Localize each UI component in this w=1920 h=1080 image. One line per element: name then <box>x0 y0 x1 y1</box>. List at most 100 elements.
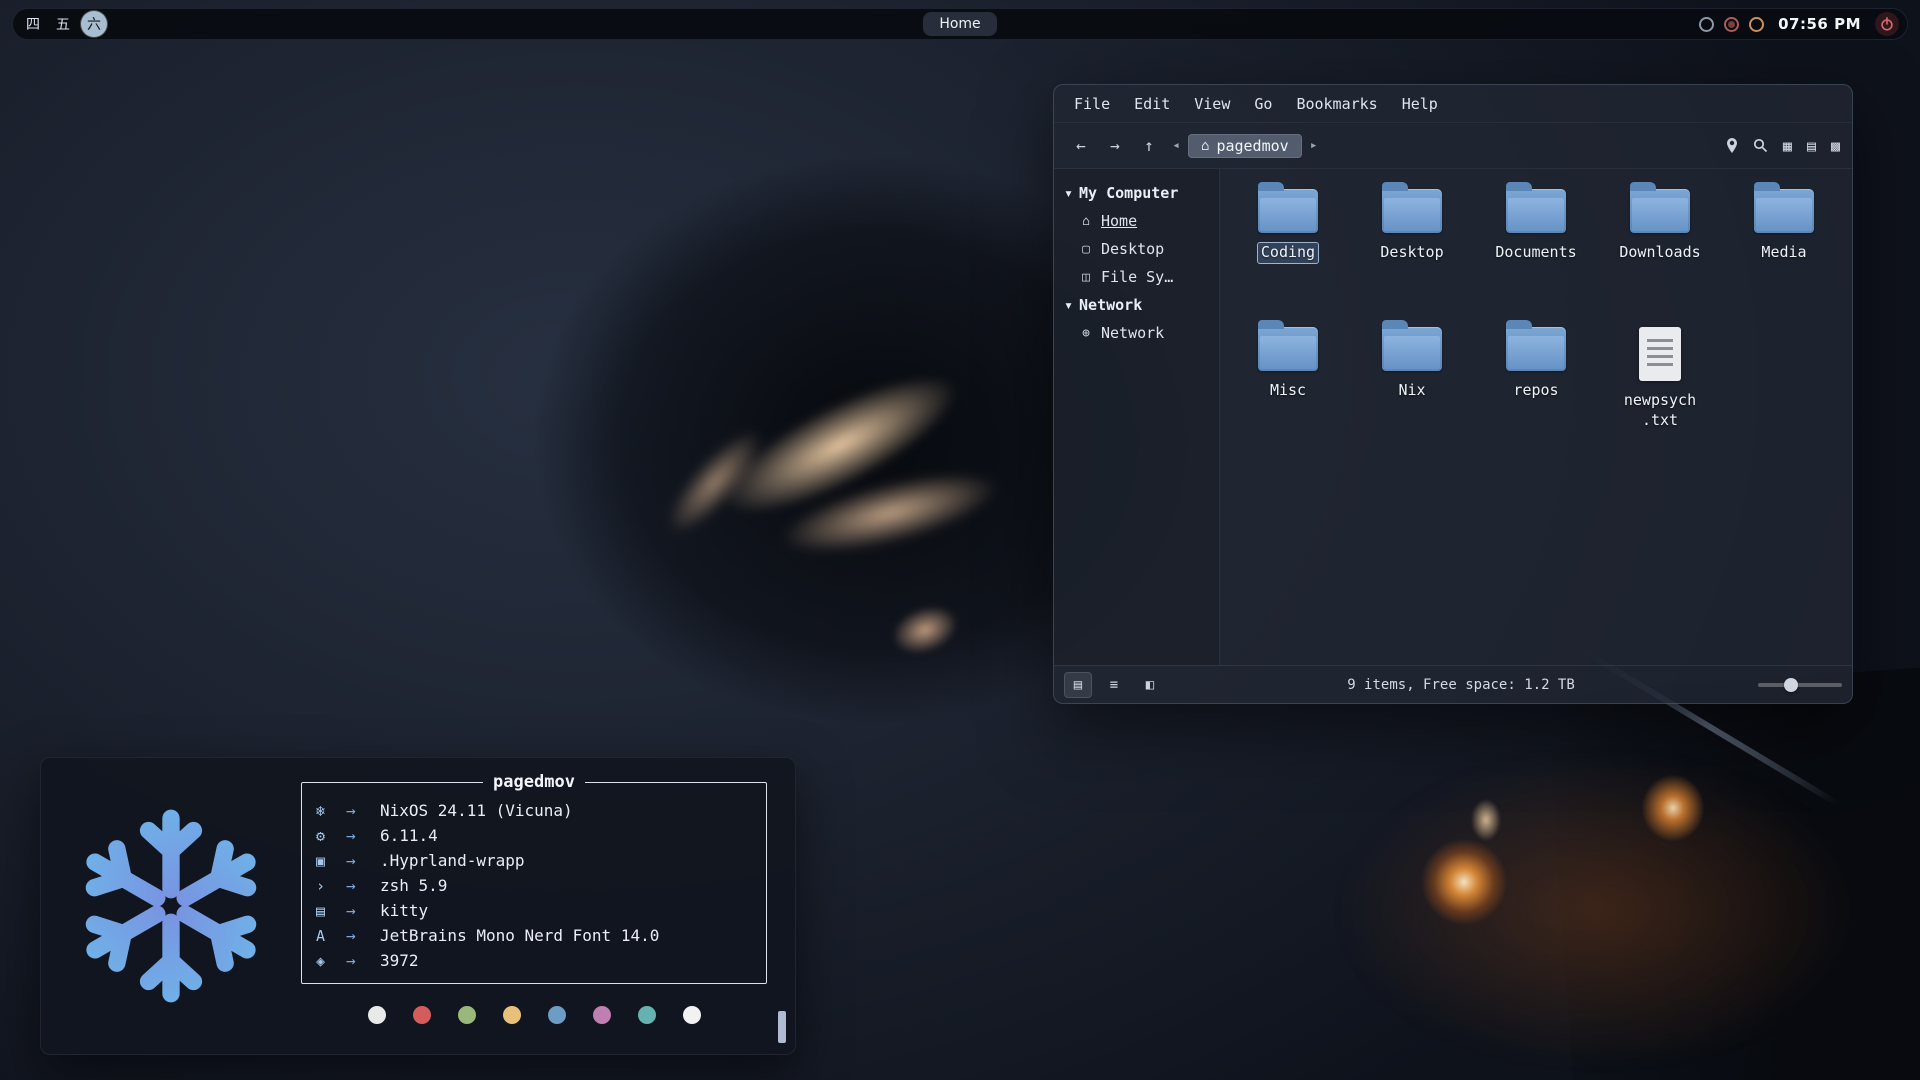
search-button[interactable] <box>1753 138 1768 153</box>
file-icon-view: Coding Desktop Documents Downloads Media… <box>1220 169 1852 665</box>
palette-dot <box>593 1006 611 1024</box>
wallpaper-hair-highlight <box>628 390 803 574</box>
nix-icon: ❄ <box>316 802 346 820</box>
clock: 07:56 PM <box>1778 15 1861 33</box>
sidebar-item-label: Desktop <box>1101 240 1164 258</box>
sidebar-item-desktop[interactable]: ▢ Desktop <box>1054 235 1219 263</box>
sidebar-section-computer[interactable]: ▾ My Computer <box>1054 179 1219 207</box>
places-pane-button[interactable]: ▤ <box>1064 672 1092 698</box>
filesystem-icon: ◫ <box>1078 270 1094 285</box>
file-item-documents[interactable]: Documents <box>1477 189 1595 315</box>
palette-dot <box>458 1006 476 1024</box>
fetch-row-terminal: ▤ → kitty <box>316 898 752 923</box>
icon-view-button[interactable]: ▦ <box>1783 137 1792 155</box>
file-item-downloads[interactable]: Downloads <box>1601 189 1719 315</box>
menu-help[interactable]: Help <box>1402 95 1438 113</box>
list-view-button[interactable]: ▤ <box>1807 137 1816 155</box>
shell-icon: › <box>316 877 346 895</box>
file-item-label: Media <box>1758 243 1809 263</box>
fetch-terminal-value: kitty <box>380 901 428 920</box>
font-icon: A <box>316 927 346 945</box>
sidebar-item-label: Home <box>1101 212 1137 230</box>
file-manager-window: File Edit View Go Bookmarks Help ← → ↑ ◂… <box>1053 84 1853 704</box>
workspace-button-4[interactable]: 四 <box>21 12 45 36</box>
file-item-coding[interactable]: Coding <box>1229 189 1347 315</box>
menu-go[interactable]: Go <box>1254 95 1272 113</box>
palette-dot <box>413 1006 431 1024</box>
arrow-icon: → <box>346 826 380 845</box>
home-icon: ⌂ <box>1078 214 1094 229</box>
menu-view[interactable]: View <box>1194 95 1230 113</box>
status-bar: ▤ ≡ ◧ 9 items, Free space: 1.2 TB <box>1054 665 1852 703</box>
workspace-switcher: 四 五 六 <box>21 11 107 37</box>
menu-edit[interactable]: Edit <box>1134 95 1170 113</box>
home-icon: ⌂ <box>1201 138 1209 154</box>
nixos-logo <box>41 758 301 1054</box>
fetch-font-value: JetBrains Mono Nerd Font 14.0 <box>380 926 659 945</box>
arrow-icon: → <box>346 876 380 895</box>
arrow-icon: → <box>346 926 380 945</box>
zoom-slider-knob[interactable] <box>1784 678 1798 692</box>
sidebar-section-network[interactable]: ▾ Network <box>1054 291 1219 319</box>
path-scroll-left-icon[interactable]: ◂ <box>1168 138 1184 153</box>
sidebar-item-network[interactable]: ⊕ Network <box>1054 319 1219 347</box>
file-item-label: Downloads <box>1616 243 1703 263</box>
file-item-desktop[interactable]: Desktop <box>1353 189 1471 315</box>
up-button[interactable]: ↑ <box>1134 132 1164 160</box>
fetch-packages-value: 3972 <box>380 951 419 970</box>
wallpaper-hair-highlight <box>724 433 1055 594</box>
arrow-icon: → <box>346 851 380 870</box>
fetch-row-os: ❄ → NixOS 24.11 (Vicuna) <box>316 798 752 823</box>
breadcrumb-segment-home[interactable]: ⌂ pagedmov <box>1188 134 1302 158</box>
fetch-row-font: A → JetBrains Mono Nerd Font 14.0 <box>316 923 752 948</box>
file-item-label: Desktop <box>1377 243 1446 263</box>
file-item-nix[interactable]: Nix <box>1353 327 1471 453</box>
status-indicator-icon <box>1699 17 1714 32</box>
palette-dot <box>503 1006 521 1024</box>
arrow-icon: → <box>346 901 380 920</box>
wallpaper-face-glow <box>872 586 977 673</box>
kernel-icon: ⚙ <box>316 827 346 845</box>
active-window-title: Home <box>923 12 996 36</box>
side-pane-toggle-button[interactable]: ◧ <box>1136 672 1164 698</box>
fetch-row-shell: › → zsh 5.9 <box>316 873 752 898</box>
location-pin-button[interactable] <box>1726 138 1738 153</box>
menu-bookmarks[interactable]: Bookmarks <box>1296 95 1377 113</box>
file-item-misc[interactable]: Misc <box>1229 327 1347 453</box>
tree-pane-button[interactable]: ≡ <box>1100 672 1128 698</box>
power-button[interactable] <box>1875 12 1899 36</box>
forward-button[interactable]: → <box>1100 132 1130 160</box>
pin-icon <box>1726 138 1738 153</box>
sidebar-item-filesystem[interactable]: ◫ File Sy… <box>1054 263 1219 291</box>
folder-icon <box>1382 327 1442 371</box>
file-item-repos[interactable]: repos <box>1477 327 1595 453</box>
folder-icon <box>1506 327 1566 371</box>
wallpaper-dark-panel <box>1546 667 1920 1080</box>
file-item-newpsych-txt[interactable]: newpsych.txt <box>1601 327 1719 453</box>
search-icon <box>1753 138 1768 153</box>
workspace-button-5[interactable]: 五 <box>51 12 75 36</box>
file-item-label: newpsych.txt <box>1617 391 1703 430</box>
path-scroll-right-icon[interactable]: ▸ <box>1306 138 1322 153</box>
palette-dot <box>368 1006 386 1024</box>
fetch-row-kernel: ⚙ → 6.11.4 <box>316 823 752 848</box>
menu-file[interactable]: File <box>1074 95 1110 113</box>
sidebar-section-label: My Computer <box>1079 184 1178 202</box>
toolbar: ← → ↑ ◂ ⌂ pagedmov ▸ ▦ ▤ ▩ <box>1054 123 1852 169</box>
expander-icon: ▾ <box>1064 296 1073 314</box>
expander-icon: ▾ <box>1064 184 1073 202</box>
desktop-icon: ▢ <box>1078 242 1094 257</box>
sidebar-item-home[interactable]: ⌂ Home <box>1054 207 1219 235</box>
folder-icon <box>1382 189 1442 233</box>
compact-view-button[interactable]: ▩ <box>1831 137 1840 155</box>
sidebar-item-label: File Sy… <box>1101 268 1173 286</box>
arrow-icon: → <box>346 951 380 970</box>
zoom-slider-track <box>1758 683 1842 687</box>
fetch-wm-value: .Hyprland-wrapp <box>380 851 525 870</box>
back-button[interactable]: ← <box>1066 132 1096 160</box>
file-item-media[interactable]: Media <box>1725 189 1843 315</box>
workspace-button-6-active[interactable]: 六 <box>81 11 107 37</box>
zoom-slider[interactable] <box>1758 675 1842 695</box>
folder-icon <box>1754 189 1814 233</box>
menu-bar: File Edit View Go Bookmarks Help <box>1054 85 1852 123</box>
